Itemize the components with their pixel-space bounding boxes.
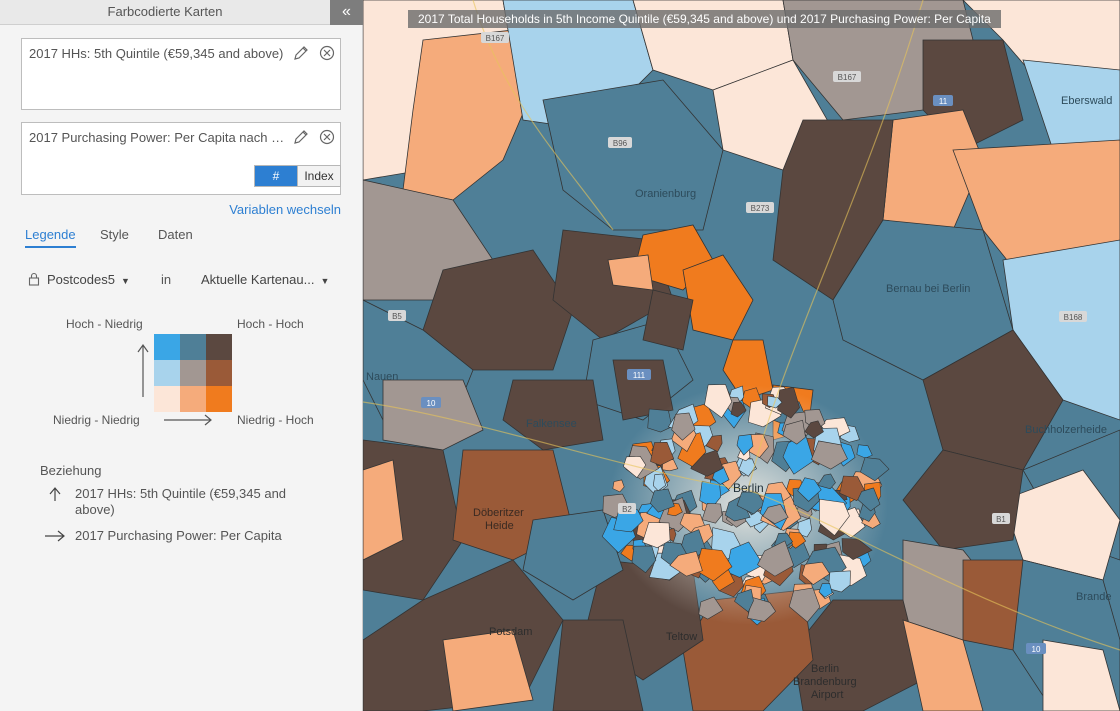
legend-label-high-high: Hoch - Hoch — [237, 317, 304, 331]
layer-dropdown[interactable]: Postcodes5 ▼ — [47, 272, 130, 287]
motorway-shield: 10 — [421, 397, 441, 408]
svg-text:B5: B5 — [392, 312, 402, 321]
tab-data[interactable]: Daten — [158, 227, 193, 246]
svg-text:B167: B167 — [486, 34, 505, 43]
lock-icon[interactable] — [28, 272, 40, 286]
map-view[interactable]: B167 B167 B96 B273 B168 B1 B5 B2 10 10 1… — [363, 0, 1120, 711]
legend-label-low-low: Niedrig - Niedrig — [53, 413, 140, 427]
extent-dropdown-value: Aktuelle Kartenau... — [201, 272, 315, 287]
svg-text:111: 111 — [633, 371, 646, 380]
layer-row: Postcodes5 ▼ in Aktuelle Kartenau... ▼ — [28, 271, 343, 291]
arrow-up-icon — [49, 487, 61, 501]
index-toggle-button[interactable]: Index — [297, 166, 340, 186]
legend-color-cell — [154, 386, 180, 412]
double-chevron-left-icon: « — [342, 3, 351, 20]
place-label: Oranienburg — [635, 188, 696, 200]
place-label: Brande — [1076, 591, 1111, 603]
extent-dropdown[interactable]: Aktuelle Kartenau... ▼ — [201, 272, 329, 287]
place-label: Falkensee — [526, 418, 577, 430]
relationship-item-text: 2017 HHs: 5th Quintile (€59,345 and abov… — [75, 486, 287, 517]
relationship-title: Beziehung — [40, 463, 102, 478]
in-label: in — [161, 272, 172, 287]
svg-text:B1: B1 — [996, 515, 1006, 524]
remove-circle-icon[interactable] — [318, 128, 336, 146]
motorway-shield: 10 — [1026, 643, 1046, 654]
svg-text:B167: B167 — [838, 73, 857, 82]
legend-color-cell — [180, 334, 206, 360]
place-label: Eberswald — [1061, 95, 1112, 107]
place-label: Airport — [811, 689, 843, 701]
svg-text:B2: B2 — [622, 505, 632, 514]
legend-color-cell — [180, 386, 206, 412]
color-coded-maps-panel: Farbcodierte Karten « 2017 HHs: 5th Quin… — [0, 0, 363, 711]
region — [607, 254, 654, 291]
arrow-up-icon — [137, 343, 149, 397]
svg-text:10: 10 — [1032, 645, 1041, 654]
switch-variables-link[interactable]: Variablen wechseln — [229, 202, 341, 217]
caret-down-icon: ▼ — [120, 275, 130, 286]
remove-circle-icon[interactable] — [318, 44, 336, 62]
panel-title: Farbcodierte Karten — [0, 0, 330, 25]
legend-color-cell — [154, 360, 180, 386]
place-label: Döberitzer — [473, 507, 524, 519]
place-label: Heide — [485, 520, 514, 532]
count-toggle-button[interactable]: # — [255, 166, 297, 186]
collapse-panel-button[interactable]: « — [330, 0, 363, 25]
bivariate-legend-grid — [154, 334, 232, 412]
motorway-shield: 111 — [627, 369, 651, 380]
road-shield: B2 — [618, 503, 636, 514]
motorway-shield: 11 — [933, 95, 953, 106]
variable-2-title: 2017 Purchasing Power: Per Capita nach P… — [29, 130, 287, 145]
road-shield: B273 — [746, 202, 774, 213]
legend-color-cell — [180, 360, 206, 386]
legend-label-low-high: Niedrig - Hoch — [237, 413, 314, 427]
pencil-icon[interactable] — [292, 128, 310, 146]
road-shield: B168 — [1059, 311, 1087, 322]
place-label: Bernau bei Berlin — [886, 283, 970, 295]
pencil-icon[interactable] — [292, 44, 310, 62]
tab-style[interactable]: Style — [100, 227, 129, 246]
svg-text:11: 11 — [939, 97, 948, 106]
place-label: Buchholzerheide — [1025, 424, 1107, 436]
road-shield: B5 — [388, 310, 406, 321]
road-shield: B167 — [833, 71, 861, 82]
legend-color-cell — [206, 386, 232, 412]
svg-text:B273: B273 — [751, 204, 770, 213]
relationship-item-text: 2017 Purchasing Power: Per Capita — [75, 528, 282, 543]
variable-card-2[interactable]: 2017 Purchasing Power: Per Capita nach P… — [21, 122, 341, 195]
tab-legend[interactable]: Legende — [25, 227, 76, 248]
road-shield: B1 — [992, 513, 1010, 524]
legend-color-cell — [154, 334, 180, 360]
map-title: 2017 Total Households in 5th Income Quin… — [408, 10, 1001, 28]
bivariate-map[interactable]: B167 B167 B96 B273 B168 B1 B5 B2 10 10 1… — [363, 0, 1120, 711]
place-label: Teltow — [666, 631, 697, 643]
legend-color-cell — [206, 334, 232, 360]
svg-text:10: 10 — [427, 399, 436, 408]
place-label: Brandenburg — [793, 676, 857, 688]
variable-1-title: 2017 HHs: 5th Quintile (€59,345 and abov… — [29, 46, 284, 61]
value-type-toggle: # Index — [254, 165, 341, 187]
place-label: Berlin — [733, 481, 764, 495]
arrow-right-icon — [45, 530, 65, 542]
place-label: Potsdam — [489, 626, 532, 638]
caret-down-icon: ▼ — [320, 275, 330, 286]
arrow-right-icon — [164, 414, 212, 426]
layer-dropdown-value: Postcodes5 — [47, 272, 115, 287]
road-shield: B96 — [608, 137, 632, 148]
variable-card-1[interactable]: 2017 HHs: 5th Quintile (€59,345 and abov… — [21, 38, 341, 110]
legend-color-cell — [206, 360, 232, 386]
svg-text:B96: B96 — [613, 139, 628, 148]
legend-label-high-low: Hoch - Niedrig — [66, 317, 143, 331]
road-shield: B167 — [481, 32, 509, 43]
svg-text:B168: B168 — [1064, 313, 1083, 322]
district — [647, 408, 673, 433]
place-label: Berlin — [811, 663, 839, 675]
place-label: Nauen — [366, 371, 398, 383]
